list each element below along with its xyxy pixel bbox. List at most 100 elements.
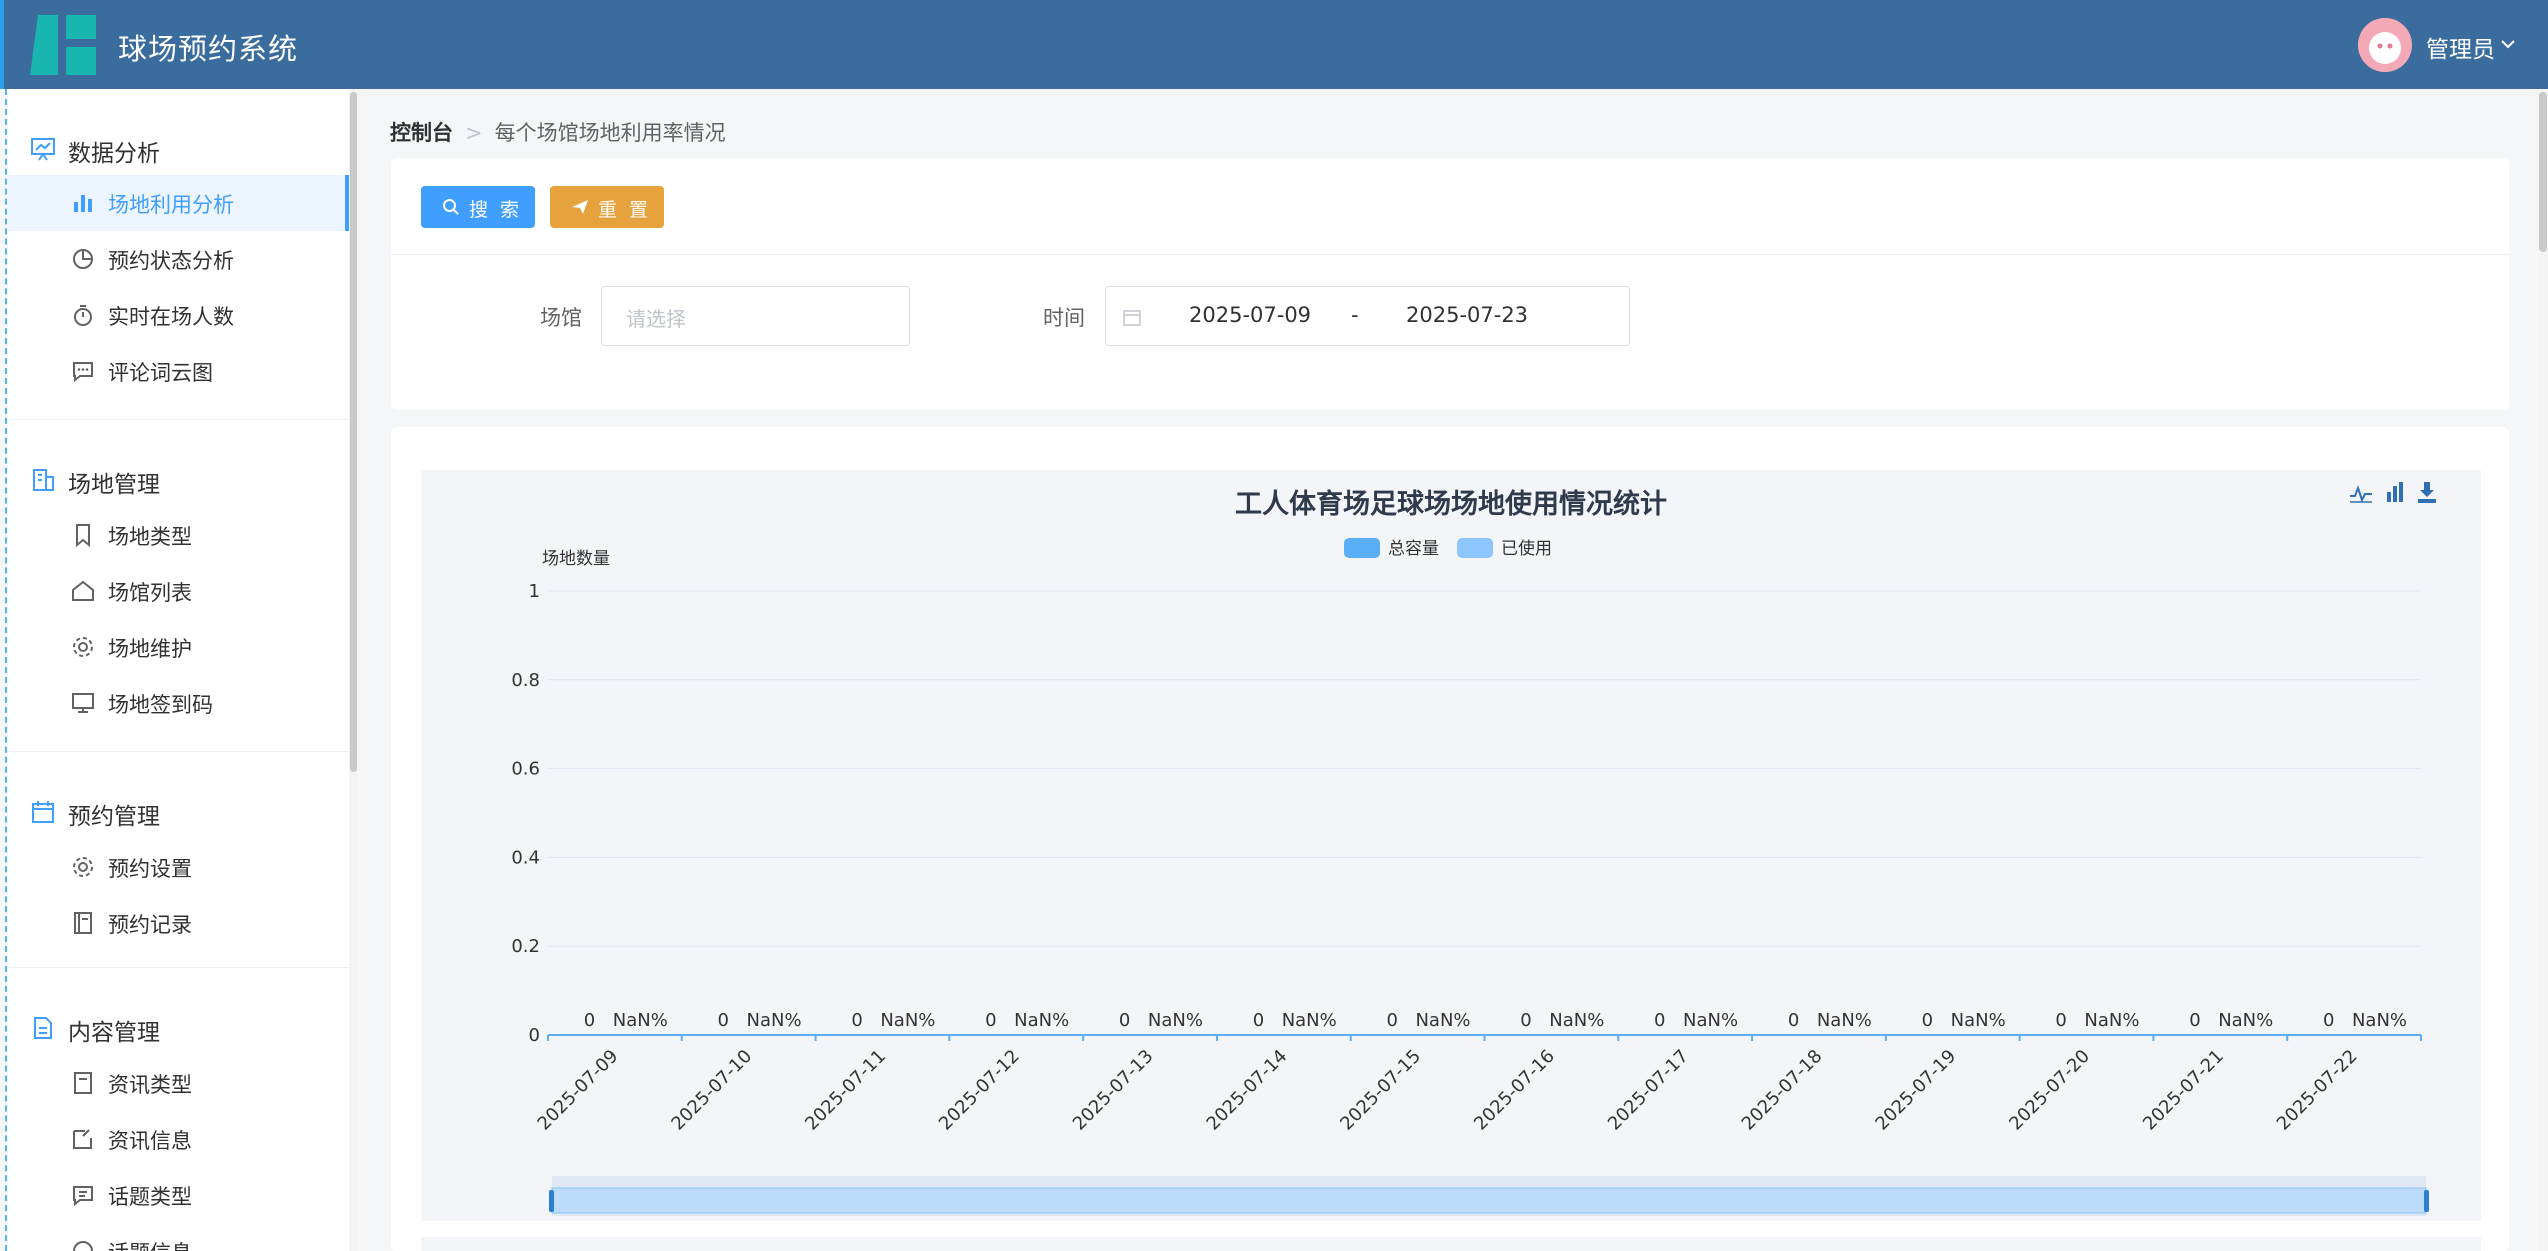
- reset-button[interactable]: 重 置: [550, 186, 664, 228]
- main-scrollbar-thumb[interactable]: [2539, 92, 2547, 252]
- sidebar-item-label: 话题信息: [108, 1237, 192, 1251]
- data-zoom-handle-right[interactable]: [2424, 1190, 2429, 1212]
- bar-data-label: 0: [851, 1010, 862, 1031]
- breadcrumb-home[interactable]: 控制台: [390, 121, 453, 145]
- x-tick-label: 2025-07-15: [1336, 1046, 1425, 1135]
- x-tick-label: 2025-07-20: [2005, 1046, 2094, 1135]
- sidebar-item-live-count[interactable]: 实时在场人数: [8, 287, 349, 343]
- search-button[interactable]: 搜 索: [421, 186, 535, 228]
- sidebar-item-label: 实时在场人数: [108, 305, 234, 329]
- sidebar-item-checkin-code[interactable]: 场地签到码: [8, 675, 349, 731]
- bar-data-label: NaN%: [1014, 1010, 1069, 1031]
- data-zoom-handle-left[interactable]: [549, 1190, 554, 1212]
- y-tick-label: 0: [529, 1025, 540, 1046]
- group-divider: [8, 751, 349, 752]
- sidebar-item-news-types[interactable]: 资讯类型: [8, 1055, 349, 1111]
- bar-data-label: NaN%: [747, 1010, 802, 1031]
- house-icon: [72, 580, 94, 601]
- date-separator: -: [1351, 303, 1359, 327]
- venue-select[interactable]: 请选择: [601, 286, 910, 346]
- sidebar-item-venue-list[interactable]: 场馆列表: [8, 563, 349, 619]
- bar-data-label: 0: [718, 1010, 729, 1031]
- group-title-venue-management[interactable]: 场地管理: [68, 465, 160, 499]
- chat-dots-icon: [73, 362, 93, 383]
- sidebar-item-label: 话题类型: [108, 1185, 192, 1209]
- legend-total-label[interactable]: 总容量: [1388, 539, 1439, 559]
- y-tick-label: 0.8: [511, 670, 540, 691]
- x-tick-label: 2025-07-13: [1069, 1046, 1158, 1135]
- setting-icon: [73, 637, 93, 657]
- send-icon: [572, 200, 588, 214]
- x-tick-label: 2025-07-18: [1738, 1046, 1827, 1135]
- legend-used-label[interactable]: 已使用: [1501, 538, 1552, 559]
- legend-swatch-used[interactable]: [1457, 538, 1493, 558]
- reset-button-label: 重 置: [598, 199, 652, 221]
- bar-data-label: 0: [1654, 1010, 1665, 1031]
- group-divider: [8, 967, 349, 968]
- bar-data-label: 0: [2189, 1010, 2200, 1031]
- app-title: 球场预约系统: [118, 32, 299, 66]
- y-tick-label: 0.6: [511, 759, 540, 780]
- sidebar-item-topic-info[interactable]: 话题信息: [8, 1223, 349, 1251]
- sidebar-item-news-info[interactable]: 资讯信息: [8, 1111, 349, 1167]
- bar-data-label: 0: [2323, 1010, 2334, 1031]
- bookmark-icon: [76, 524, 90, 548]
- presentation-chart-icon: [31, 138, 55, 161]
- sidebar-item-venue-types[interactable]: 场地类型: [8, 507, 349, 563]
- app-logo-icon: [30, 15, 96, 75]
- sidebar-item-booking-settings[interactable]: 预约设置: [8, 839, 349, 895]
- breadcrumb-separator: >: [465, 121, 483, 145]
- notebook-icon: [74, 912, 92, 934]
- legend-swatch-total[interactable]: [1344, 538, 1380, 558]
- chart-toolbox: [2350, 482, 2436, 503]
- sidebar-item-label: 资讯类型: [108, 1073, 192, 1097]
- sidebar-scrollbar-thumb[interactable]: [350, 92, 357, 772]
- bar-data-label: NaN%: [1148, 1010, 1203, 1031]
- sidebar-item-booking-records[interactable]: 预约记录: [8, 895, 349, 951]
- sidebar-item-venue-utilization[interactable]: 场地利用分析: [8, 175, 349, 231]
- bar-data-label: 0: [2055, 1010, 2066, 1031]
- sidebar-item-label: 场地利用分析: [108, 193, 234, 217]
- search-icon: [443, 199, 459, 215]
- data-zoom-slider[interactable]: [549, 1176, 2429, 1216]
- bar-data-label: NaN%: [1951, 1010, 2006, 1031]
- y-tick-label: 1: [529, 581, 540, 602]
- group-title-data-analysis[interactable]: 数据分析: [68, 134, 160, 168]
- stopwatch-icon: [74, 305, 92, 326]
- chevron-down-icon[interactable]: [2498, 34, 2518, 54]
- calendar-icon: [1123, 310, 1141, 326]
- user-name[interactable]: 管理员: [2426, 30, 2495, 64]
- bar-data-label: NaN%: [1817, 1010, 1872, 1031]
- sidebar-item-venue-maintenance[interactable]: 场地维护: [8, 619, 349, 675]
- bar-data-label: 0: [1119, 1010, 1130, 1031]
- main-scrollbar-track[interactable]: [2538, 89, 2548, 1251]
- sidebar-item-booking-status[interactable]: 预约状态分析: [8, 231, 349, 287]
- venue-select-placeholder: 请选择: [626, 307, 686, 331]
- bar-data-label: NaN%: [2218, 1010, 2273, 1031]
- pie-chart-icon: [73, 249, 93, 269]
- sidebar-item-label: 场地维护: [108, 637, 192, 661]
- date-start[interactable]: 2025-07-09: [1189, 303, 1311, 327]
- bar-data-label: NaN%: [2352, 1010, 2407, 1031]
- bar-data-label: NaN%: [880, 1010, 935, 1031]
- bar-chart-icon[interactable]: [2387, 482, 2403, 502]
- download-icon[interactable]: [2418, 482, 2436, 503]
- y-tick-label: 0.2: [511, 936, 540, 957]
- sidebar-item-word-cloud[interactable]: 评论词云图: [8, 343, 349, 399]
- group-title-booking-management[interactable]: 预约管理: [68, 797, 160, 831]
- x-tick-label: 2025-07-12: [935, 1046, 1024, 1135]
- date-end[interactable]: 2025-07-23: [1406, 303, 1528, 327]
- document-icon: [34, 1017, 52, 1039]
- chat-round-icon: [73, 1241, 93, 1251]
- x-tick-label: 2025-07-11: [801, 1046, 890, 1135]
- sidebar: 数据分析 场地利用分析 预约状态分析 实时在场人数 评论词云图 场地管理 场地类…: [8, 89, 349, 1251]
- line-chart-icon[interactable]: [2350, 485, 2372, 503]
- group-title-content-management[interactable]: 内容管理: [68, 1013, 160, 1047]
- date-range-picker[interactable]: 2025-07-09 - 2025-07-23: [1105, 286, 1630, 346]
- time-label: 时间: [1043, 306, 1085, 330]
- avatar[interactable]: [2358, 18, 2412, 72]
- x-tick-label: 2025-07-17: [1604, 1046, 1693, 1135]
- data-zoom-selection[interactable]: [551, 1187, 2427, 1214]
- x-tick-label: 2025-07-22: [2273, 1046, 2362, 1135]
- sidebar-item-topic-types[interactable]: 话题类型: [8, 1167, 349, 1223]
